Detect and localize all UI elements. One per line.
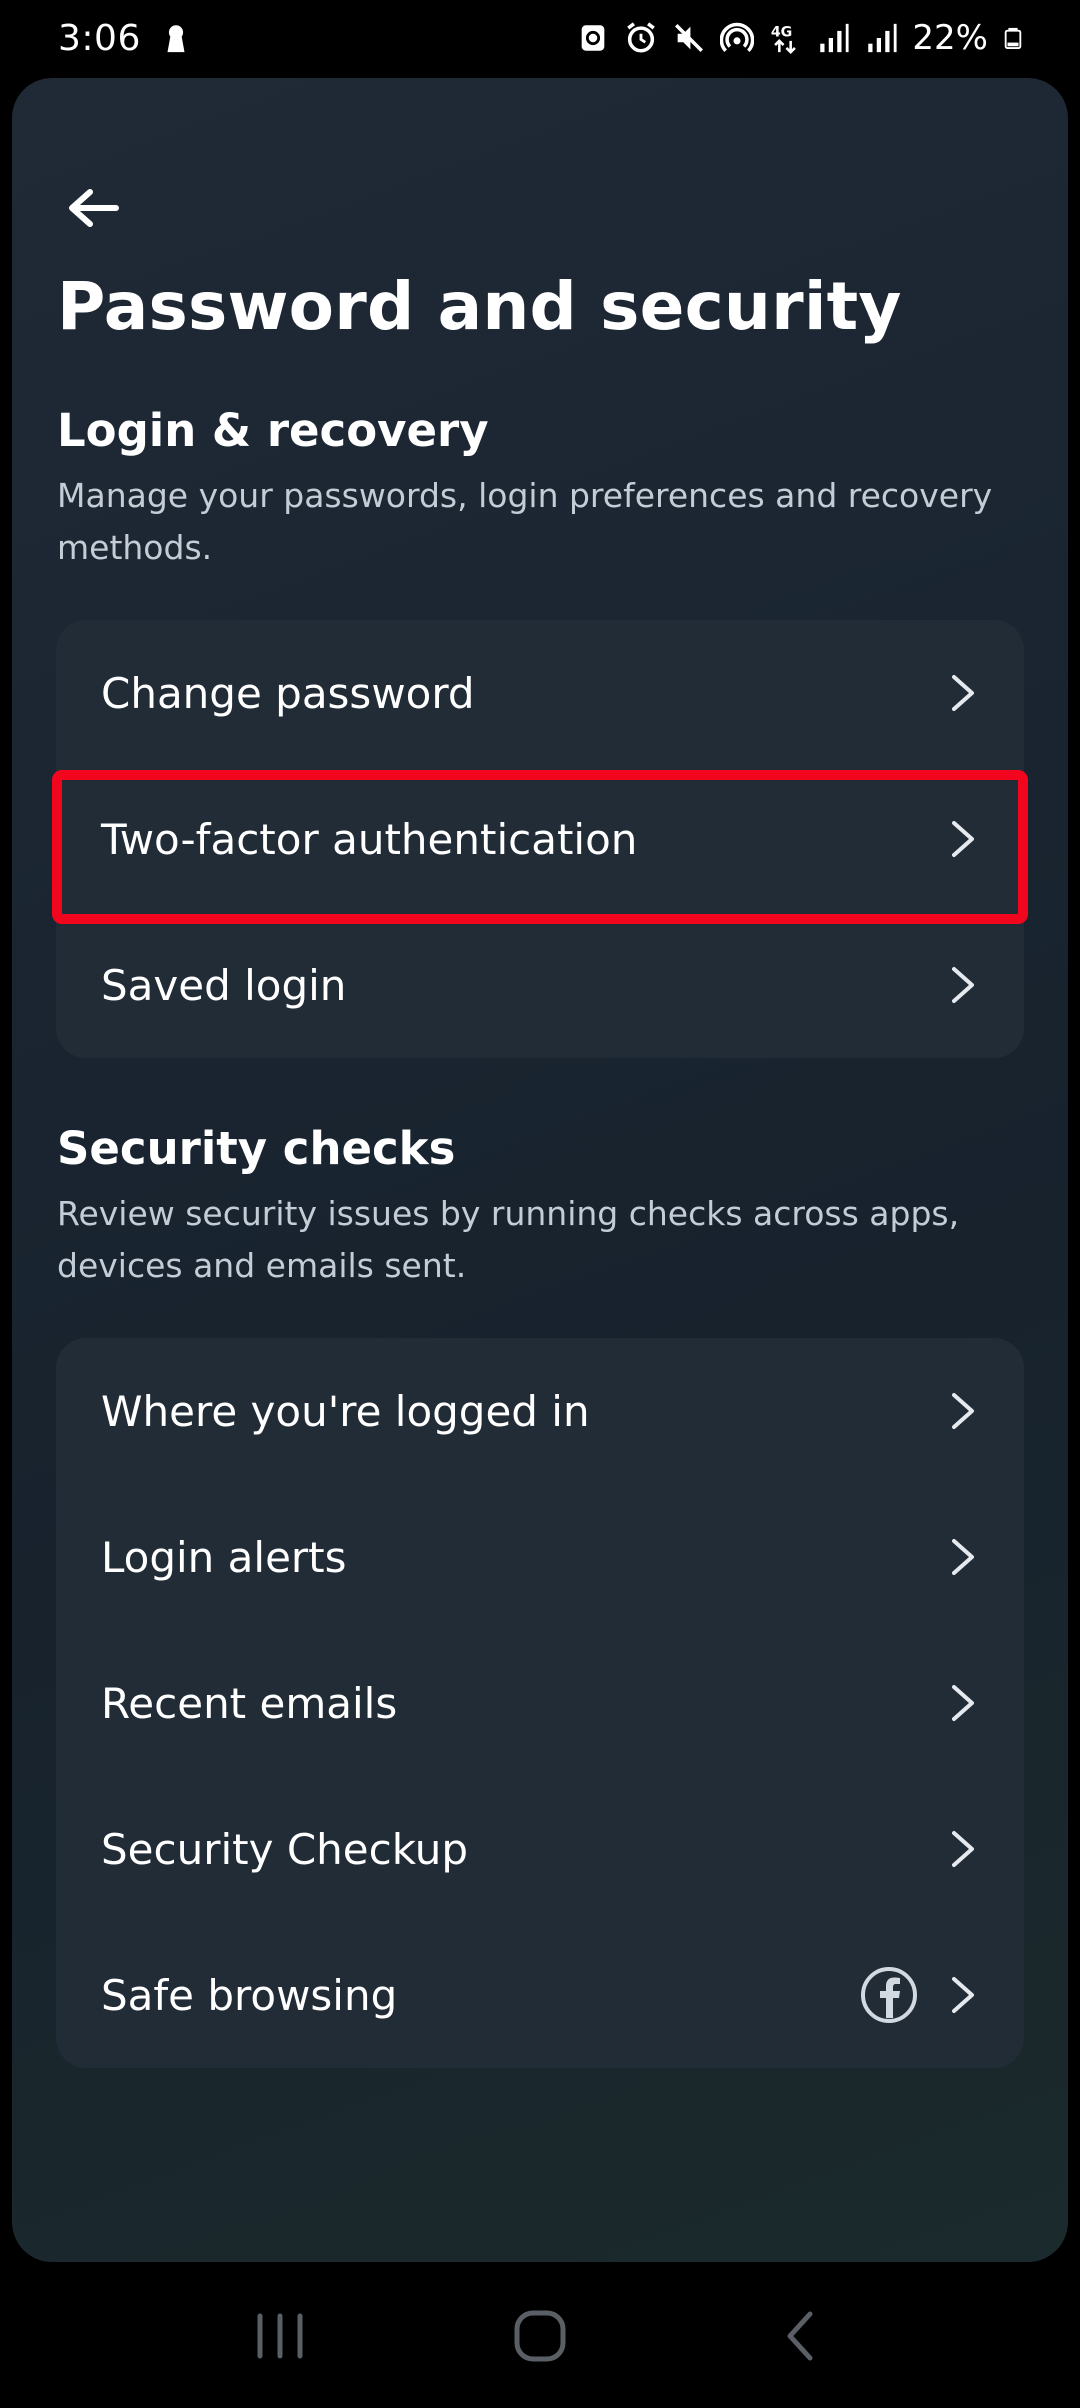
login-recovery-title: Login & recovery [57, 404, 489, 457]
item-trailing [948, 671, 978, 715]
login-alerts-item[interactable]: Login alerts [56, 1484, 1024, 1630]
saved-login-item[interactable]: Saved login [56, 912, 1024, 1058]
hotspot-icon [720, 22, 755, 52]
battery-percent: 22% [912, 18, 988, 58]
item-label: Change password [101, 668, 475, 718]
chevron-right-icon [952, 1831, 974, 1867]
security-checks-group: Where you're logged in Login alerts Rece… [56, 1338, 1024, 2068]
security-checks-description: Review security issues by running checks… [57, 1194, 960, 1285]
chevron-right-icon [952, 1539, 974, 1575]
item-label: Safe browsing [101, 1970, 398, 2020]
item-trailing [860, 1966, 978, 2024]
page-title: Password and security [57, 268, 902, 345]
two-factor-authentication-item[interactable]: Two-factor authentication [56, 766, 1024, 912]
sync-icon [582, 25, 605, 51]
item-trailing [948, 1681, 978, 1725]
svg-text:4G: 4G [771, 25, 792, 41]
item-trailing [948, 1827, 978, 1871]
item-label: Where you're logged in [101, 1386, 590, 1436]
chevron-right-icon [952, 1685, 974, 1721]
chevron-right-icon [952, 967, 974, 1003]
item-trailing [948, 1535, 978, 1579]
keyhole-icon [167, 25, 185, 53]
item-trailing [948, 963, 978, 1007]
home-icon [514, 2310, 566, 2362]
chevron-right-icon [952, 1977, 974, 2013]
where-logged-in-item[interactable]: Where you're logged in [56, 1338, 1024, 1484]
signal-icon [868, 23, 898, 53]
back-icon [787, 2311, 813, 2361]
chevron-right-icon [952, 675, 974, 711]
navigation-bar [0, 2264, 1080, 2408]
login-recovery-group: Change password Two-factor authenticatio… [56, 620, 1024, 1058]
chevron-right-icon [952, 1393, 974, 1429]
4g-icon: 4G [771, 25, 797, 54]
change-password-item[interactable]: Change password [56, 620, 1024, 766]
item-trailing [948, 817, 978, 861]
security-checks-title: Security checks [57, 1122, 456, 1175]
chevron-right-icon [952, 821, 974, 857]
item-label: Two-factor authentication [101, 814, 638, 864]
signal-icon [820, 23, 850, 53]
alarm-icon [627, 22, 656, 53]
battery-icon [1004, 27, 1022, 49]
safe-browsing-item[interactable]: Safe browsing [56, 1922, 1024, 2068]
recents-icon [257, 2313, 303, 2359]
arrow-left-icon [69, 189, 119, 227]
status-time: 3:06 [58, 17, 141, 59]
item-trailing [948, 1389, 978, 1433]
nav-back-button[interactable] [765, 2301, 835, 2371]
mute-icon [675, 23, 704, 53]
item-label: Recent emails [101, 1678, 398, 1728]
facebook-icon [861, 1967, 917, 2023]
security-checkup-item[interactable]: Security Checkup [56, 1776, 1024, 1922]
status-right: 4G 22% [576, 18, 1024, 58]
settings-sheet: Password and security Login & recovery M… [12, 78, 1068, 2262]
login-recovery-description: Manage your passwords, login preferences… [57, 476, 993, 567]
home-button[interactable] [505, 2301, 575, 2371]
item-label: Login alerts [101, 1532, 347, 1582]
item-label: Saved login [101, 960, 347, 1010]
recents-button[interactable] [245, 2301, 315, 2371]
recent-emails-item[interactable]: Recent emails [56, 1630, 1024, 1776]
item-label: Security Checkup [101, 1824, 469, 1874]
back-button[interactable] [52, 166, 136, 250]
status-left: 3:06 [58, 18, 193, 59]
status-bar: 3:06 4G 22% [0, 0, 1080, 76]
